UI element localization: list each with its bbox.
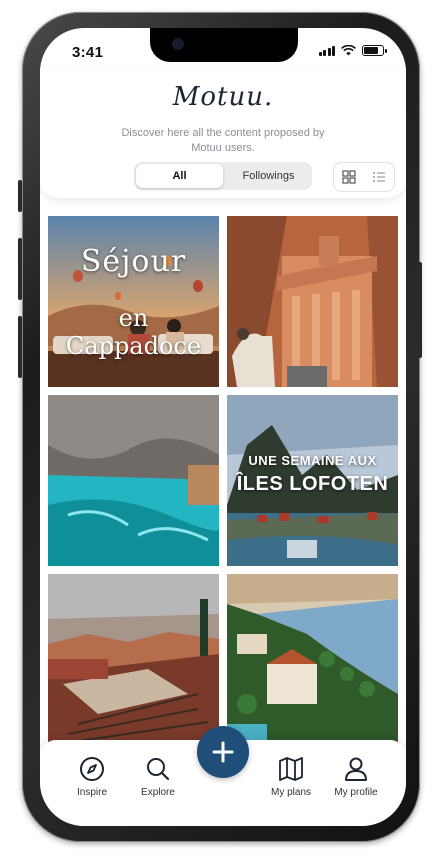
nav-label: Inspire [76,787,107,798]
status-icons [318,45,387,56]
content-card-petra[interactable] [227,216,398,387]
feed-header: Motuu. Discover here all the content pro… [40,68,406,198]
phone-side-button [418,262,422,358]
user-icon [345,757,367,781]
coast-image [227,574,398,745]
list-icon [373,172,385,182]
terrace-image [48,574,219,745]
petra-image [227,216,398,387]
tab-all[interactable]: All [136,164,223,188]
view-toggle [333,162,395,192]
card-caption-line2: en Cappadoce [65,304,202,360]
nav-item-explore[interactable]: Explore [123,756,193,798]
grid-view-button[interactable] [334,163,364,191]
nav-label: Explore [141,787,175,798]
map-icon [279,757,303,781]
grid-icon [342,170,356,184]
nav-item-my-plans[interactable]: My plans [256,756,326,798]
signal-icon [318,45,335,56]
card-caption-line1: UNE SEMAINE AUX [248,453,377,468]
search-icon [147,758,170,781]
plus-icon [212,741,234,763]
wifi-icon [341,45,356,56]
content-card-terrace[interactable] [48,574,219,745]
compass-icon [80,757,104,781]
tab-followings[interactable]: Followings [225,162,312,190]
cave-image [48,395,219,566]
app-logo: Motuu. [172,82,274,112]
list-view-button[interactable] [364,163,394,191]
feed-tabs: All Followings [134,162,312,190]
notch [150,28,298,62]
nav-label: My profile [334,787,378,798]
status-time: 3:41 [72,44,104,61]
phone-side-button [18,316,22,378]
nav-label: My plans [270,787,311,798]
add-content-button[interactable] [197,726,249,778]
app-screen: 3:41 Motuu. Discover here all the conten… [40,28,406,826]
card-caption-line2: ÎLES LOFOTEN [236,473,389,495]
battery-icon [362,45,387,56]
nav-item-inspire[interactable]: Inspire [57,756,127,798]
camera-icon [172,38,184,50]
content-card-cappadocia[interactable]: Séjour en Cappadoce [48,216,219,387]
content-card-lofoten[interactable]: UNE SEMAINE AUX ÎLES LOFOTEN [227,395,398,566]
nav-item-my-profile[interactable]: My profile [321,756,391,798]
phone-side-button [18,180,22,212]
content-card-coast[interactable] [227,574,398,745]
cappadocia-image [48,216,219,387]
card-caption-line1: Séjour [80,244,187,279]
tagline: Discover here all the content proposed b… [121,127,325,154]
phone-side-button [18,238,22,300]
content-card-cave[interactable] [48,395,219,566]
